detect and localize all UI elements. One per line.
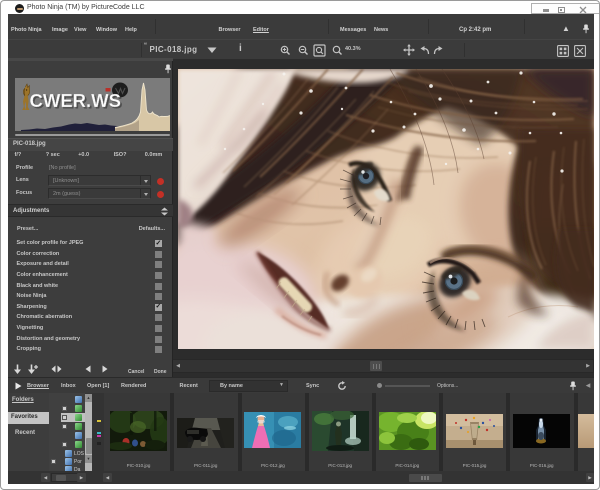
svg-text:CWER.WS: CWER.WS [29,90,120,111]
